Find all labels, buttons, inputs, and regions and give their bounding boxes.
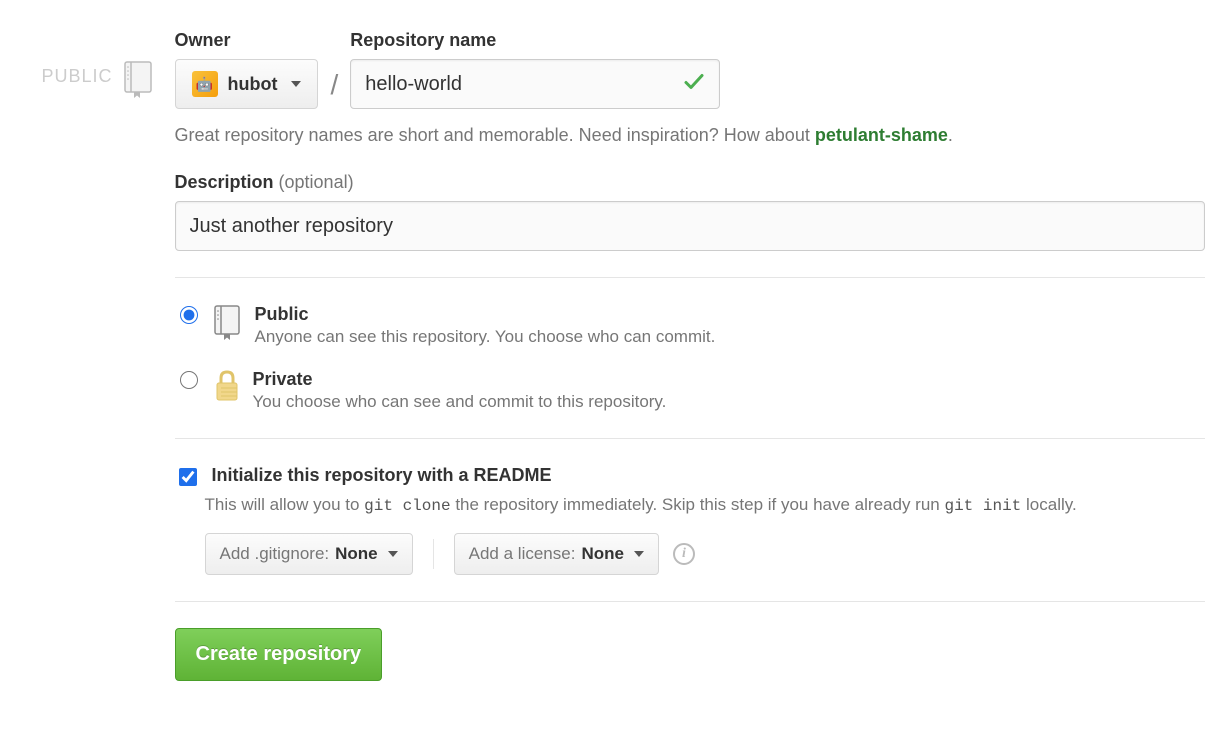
- visibility-private-option[interactable]: Private You choose who can see and commi…: [175, 369, 1205, 412]
- readme-label: Initialize this repository with a README: [212, 465, 552, 486]
- visibility-public-option[interactable]: Public Anyone can see this repository. Y…: [175, 304, 1205, 347]
- lock-icon: [213, 369, 241, 408]
- visibility-private-radio[interactable]: [180, 371, 198, 389]
- divider: [175, 277, 1205, 278]
- caret-down-icon: [634, 551, 644, 557]
- owner-label: Owner: [175, 30, 319, 51]
- gitignore-select[interactable]: Add .gitignore: None: [205, 533, 413, 575]
- description-label: Description (optional): [175, 172, 1205, 193]
- owner-avatar-icon: 🤖: [192, 71, 218, 97]
- owner-select[interactable]: 🤖 hubot: [175, 59, 319, 109]
- visibility-private-sub: You choose who can see and commit to thi…: [253, 392, 667, 412]
- repo-public-icon: [213, 304, 243, 345]
- divider: [175, 601, 1205, 602]
- owner-value: hubot: [228, 74, 278, 95]
- divider: [175, 438, 1205, 439]
- caret-down-icon: [388, 551, 398, 557]
- name-hint: Great repository names are short and mem…: [175, 125, 1205, 146]
- gitignore-value: None: [335, 544, 378, 564]
- visibility-public-radio[interactable]: [180, 306, 198, 324]
- caret-down-icon: [291, 81, 301, 87]
- name-suggestion-link[interactable]: petulant-shame: [815, 125, 948, 145]
- repo-name-input[interactable]: [350, 59, 720, 109]
- slash-separator: /: [330, 69, 338, 101]
- license-label: Add a license:: [469, 544, 576, 564]
- repo-name-label: Repository name: [350, 30, 720, 51]
- visibility-public-sub: Anyone can see this repository. You choo…: [255, 327, 716, 347]
- info-icon[interactable]: i: [673, 543, 695, 565]
- repo-icon: [123, 60, 155, 103]
- license-select[interactable]: Add a license: None: [454, 533, 659, 575]
- license-value: None: [581, 544, 624, 564]
- create-repository-button[interactable]: Create repository: [175, 628, 383, 681]
- description-input[interactable]: [175, 201, 1205, 251]
- visibility-private-title: Private: [253, 369, 667, 390]
- vertical-separator: [433, 539, 434, 569]
- visibility-public-title: Public: [255, 304, 716, 325]
- visibility-badge: PUBLIC: [41, 66, 112, 87]
- readme-hint: This will allow you to git clone the rep…: [205, 495, 1205, 515]
- readme-checkbox[interactable]: [179, 468, 197, 486]
- gitignore-label: Add .gitignore:: [220, 544, 330, 564]
